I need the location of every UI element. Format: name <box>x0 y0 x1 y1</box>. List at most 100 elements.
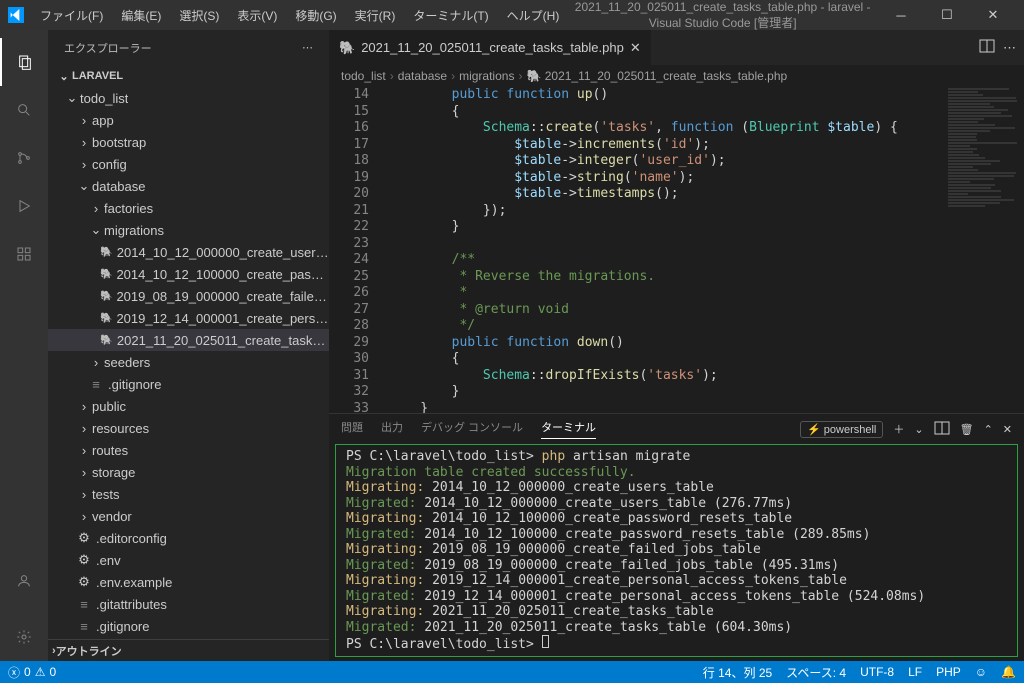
status-spaces[interactable]: スペース: 4 <box>786 664 846 681</box>
menu-item[interactable]: 移動(G) <box>287 3 344 28</box>
search-icon[interactable] <box>0 86 48 134</box>
maximize-panel-icon[interactable]: ⌃ <box>984 423 993 436</box>
terminal-shell-label[interactable]: ⚡ powershell <box>800 421 883 438</box>
new-terminal-icon[interactable]: ＋ <box>893 421 904 437</box>
tree-item[interactable]: 🐘2019_08_19_000000_create_failed_jobs_ta… <box>48 285 329 307</box>
more-actions-icon[interactable]: ⋯ <box>1003 40 1016 56</box>
panel-tabs: 問題出力デバッグ コンソールターミナル ⚡ powershell ＋ ⌄ 🗑 ⌃… <box>329 414 1024 444</box>
breadcrumb-item[interactable]: 🐘 2021_11_20_025011_create_tasks_table.p… <box>526 69 787 83</box>
tree-item[interactable]: ›public <box>48 395 329 417</box>
sidebar-header: エクスプローラー ⋯ <box>48 30 329 65</box>
tree-item[interactable]: ›app <box>48 109 329 131</box>
explorer-icon[interactable] <box>0 38 48 86</box>
line-gutter: 1415161718192021222324252627282930313233… <box>329 87 389 413</box>
tree-item[interactable]: ›storage <box>48 461 329 483</box>
panel-tab[interactable]: デバッグ コンソール <box>421 419 523 439</box>
minimap[interactable] <box>944 87 1024 413</box>
window-title: 2021_11_20_025011_create_tasks_table.php… <box>567 0 878 31</box>
status-position[interactable]: 行 14、列 25 <box>703 664 772 681</box>
panel-actions: ⚡ powershell ＋ ⌄ 🗑 ⌃ ✕ <box>800 420 1012 439</box>
code-content[interactable]: public function up() { Schema::create('t… <box>389 87 1024 413</box>
sidebar-root[interactable]: ⌄LARAVEL <box>48 65 329 87</box>
debug-icon[interactable] <box>0 182 48 230</box>
source-control-icon[interactable] <box>0 134 48 182</box>
close-panel-icon[interactable]: ✕ <box>1003 423 1012 436</box>
tree-item[interactable]: ⌄database <box>48 175 329 197</box>
menu-item[interactable]: 表示(V) <box>229 3 285 28</box>
breadcrumb-item[interactable]: todo_list <box>341 69 386 83</box>
split-terminal-icon[interactable] <box>934 420 950 439</box>
editor-tabs: 🐘 2021_11_20_025011_create_tasks_table.p… <box>329 30 1024 65</box>
php-icon: 🐘 <box>100 291 112 302</box>
breadcrumb-item[interactable]: database <box>398 69 447 83</box>
sidebar-more-icon[interactable]: ⋯ <box>302 41 313 54</box>
tree-item[interactable]: ≡.gitignore <box>48 615 329 637</box>
php-icon: 🐘 <box>100 269 112 280</box>
status-eol[interactable]: LF <box>908 664 922 681</box>
tree-item[interactable]: ›routes <box>48 439 329 461</box>
minimize-button[interactable]: ─ <box>878 0 924 30</box>
menu-item[interactable]: 選択(S) <box>171 3 227 28</box>
tree-item[interactable]: ›vendor <box>48 505 329 527</box>
maximize-button[interactable]: ☐ <box>924 0 970 30</box>
menu-item[interactable]: 編集(E) <box>113 3 169 28</box>
shell-icon: ⚡ <box>807 424 821 436</box>
tree-item[interactable]: 🐘2019_12_14_000001_create_personal_acces… <box>48 307 329 329</box>
menu-bar: ファイル(F)編集(E)選択(S)表示(V)移動(G)実行(R)ターミナル(T)… <box>32 3 567 28</box>
sidebar: エクスプローラー ⋯ ⌄LARAVEL ⌄todo_list›app›boots… <box>48 30 329 661</box>
terminal-dropdown-icon[interactable]: ⌄ <box>914 423 923 436</box>
breadcrumb-item[interactable]: migrations <box>459 69 514 83</box>
close-button[interactable]: ✕ <box>970 0 1016 30</box>
status-encoding[interactable]: UTF-8 <box>860 664 894 681</box>
activity-bar <box>0 30 48 661</box>
gear-icon: ⚙ <box>76 574 92 590</box>
tree-item[interactable]: ›seeders <box>48 351 329 373</box>
editor-tab[interactable]: 🐘 2021_11_20_025011_create_tasks_table.p… <box>329 30 652 65</box>
tree-item[interactable]: ≡.gitignore <box>48 373 329 395</box>
panel-tab[interactable]: 出力 <box>381 419 403 439</box>
menu-item[interactable]: ターミナル(T) <box>405 3 496 28</box>
tree-item[interactable]: 🐘2021_11_20_025011_create_tasks_table.ph… <box>48 329 329 351</box>
tab-close-icon[interactable]: ✕ <box>630 40 641 56</box>
tree-item[interactable]: ›tests <box>48 483 329 505</box>
tree-item[interactable]: ⌄migrations <box>48 219 329 241</box>
tree-item[interactable]: ›resources <box>48 417 329 439</box>
tree-item[interactable]: ›bootstrap <box>48 131 329 153</box>
warning-icon: ⚠ <box>35 665 46 679</box>
php-icon: 🐘 <box>100 335 113 346</box>
tree-item[interactable]: 🐘2014_10_12_000000_create_users_table.ph… <box>48 241 329 263</box>
tree-item[interactable]: ›config <box>48 153 329 175</box>
kill-terminal-icon[interactable]: 🗑 <box>960 423 974 436</box>
menu-item[interactable]: ヘルプ(H) <box>499 3 568 28</box>
terminal-output[interactable]: PS C:\laravel\todo_list> php artisan mig… <box>335 444 1018 657</box>
breadcrumbs[interactable]: todo_list›database›migrations›🐘 2021_11_… <box>329 65 1024 87</box>
account-icon[interactable] <box>0 557 48 605</box>
tab-label: 2021_11_20_025011_create_tasks_table.php <box>361 40 624 55</box>
tree-item[interactable]: ⌄todo_list <box>48 87 329 109</box>
panel-tab[interactable]: ターミナル <box>541 419 596 439</box>
bottom-panel: 問題出力デバッグ コンソールターミナル ⚡ powershell ＋ ⌄ 🗑 ⌃… <box>329 413 1024 661</box>
split-editor-icon[interactable] <box>979 38 995 57</box>
php-icon: 🐘 <box>100 247 113 258</box>
title-bar: ファイル(F)編集(E)選択(S)表示(V)移動(G)実行(R)ターミナル(T)… <box>0 0 1024 30</box>
menu-item[interactable]: 実行(R) <box>347 3 404 28</box>
window-controls: ─ ☐ ✕ <box>878 0 1016 30</box>
tree-item[interactable]: ⚙.env <box>48 549 329 571</box>
tree-item[interactable]: ≡.gitattributes <box>48 593 329 615</box>
status-language[interactable]: PHP <box>936 664 961 681</box>
tree-item[interactable]: ›factories <box>48 197 329 219</box>
status-notifications-icon[interactable]: 🔔 <box>1001 664 1016 681</box>
editor-area: 🐘 2021_11_20_025011_create_tasks_table.p… <box>329 30 1024 661</box>
settings-icon[interactable] <box>0 613 48 661</box>
code-editor[interactable]: 1415161718192021222324252627282930313233… <box>329 87 1024 413</box>
panel-tab[interactable]: 問題 <box>341 419 363 439</box>
tree-item[interactable]: ⚙.editorconfig <box>48 527 329 549</box>
status-feedback-icon[interactable]: ☺ <box>975 664 987 681</box>
menu-item[interactable]: ファイル(F) <box>32 3 111 28</box>
file-icon: ≡ <box>76 597 92 612</box>
extensions-icon[interactable] <box>0 230 48 278</box>
tree-item[interactable]: ⚙.env.example <box>48 571 329 593</box>
outline-section[interactable]: ›アウトライン <box>48 639 329 661</box>
status-errors[interactable]: ⓧ0 ⚠0 <box>8 664 56 681</box>
tree-item[interactable]: 🐘2014_10_12_100000_create_password_reset… <box>48 263 329 285</box>
